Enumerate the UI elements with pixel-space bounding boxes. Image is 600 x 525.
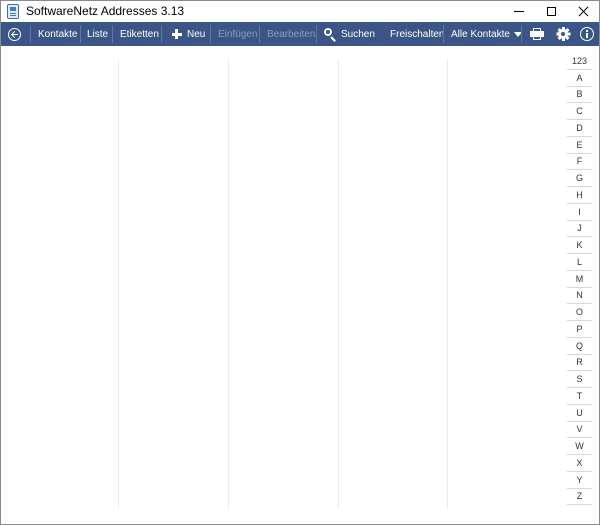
alphabet-index-item[interactable]: U xyxy=(567,405,592,422)
contacts-area xyxy=(1,46,599,524)
toolbar-separator xyxy=(210,25,211,43)
settings-button[interactable] xyxy=(556,22,570,46)
alphabet-index-item[interactable]: J xyxy=(567,221,592,238)
minimize-icon xyxy=(514,11,524,12)
toolbar-separator xyxy=(316,25,317,43)
alphabet-index-item[interactable]: O xyxy=(567,304,592,321)
minimize-button[interactable] xyxy=(503,1,535,22)
liste-button[interactable]: Liste xyxy=(87,22,108,46)
kontakte-label: Kontakte xyxy=(38,28,78,40)
bearbeiten-label: Bearbeiten xyxy=(267,28,316,40)
toolbar-separator xyxy=(112,25,113,43)
toolbar-separator xyxy=(443,25,444,43)
alphabet-index-item[interactable]: V xyxy=(567,422,592,439)
back-button[interactable] xyxy=(7,22,22,46)
liste-label: Liste xyxy=(87,28,109,40)
column-divider xyxy=(228,59,229,509)
close-button[interactable] xyxy=(567,1,599,22)
contact-filter-label: Alle Kontakte xyxy=(451,28,510,40)
etiketten-button[interactable]: Etiketten xyxy=(120,22,159,46)
alphabet-index-item[interactable]: B xyxy=(567,87,592,104)
toolbar-separator xyxy=(80,25,81,43)
einfuegen-button[interactable]: Einfügen xyxy=(218,22,257,46)
alphabet-index-item[interactable]: N xyxy=(567,288,592,305)
column-divider xyxy=(447,59,448,509)
alphabet-index-item[interactable]: C xyxy=(567,103,592,120)
etiketten-label: Etiketten xyxy=(120,28,159,40)
alphabet-index-item[interactable]: Z xyxy=(567,489,592,506)
alphabet-index-item[interactable]: W xyxy=(567,438,592,455)
toolbar-separator xyxy=(521,25,522,43)
alphabet-index-item[interactable]: M xyxy=(567,271,592,288)
info-icon xyxy=(580,27,594,41)
neu-label: Neu xyxy=(187,28,206,40)
bearbeiten-button[interactable]: Bearbeiten xyxy=(267,22,315,46)
close-icon xyxy=(578,6,589,17)
plus-icon xyxy=(172,29,182,39)
toolbar: Kontakte Liste Etiketten Neu Einfügen Be… xyxy=(1,22,599,46)
print-button[interactable] xyxy=(530,22,544,46)
kontakte-button[interactable]: Kontakte xyxy=(38,22,77,46)
alphabet-index-item[interactable]: L xyxy=(567,254,592,271)
suchen-label: Suchen xyxy=(341,28,375,40)
title-bar: SoftwareNetz Addresses 3.13 xyxy=(1,1,599,22)
alphabet-index-item[interactable]: G xyxy=(567,170,592,187)
alphabet-index-item[interactable]: P xyxy=(567,321,592,338)
suchen-button[interactable]: Suchen xyxy=(324,22,375,46)
alphabet-index-item[interactable]: Y xyxy=(567,472,592,489)
alphabet-index-item[interactable]: X xyxy=(567,455,592,472)
einfuegen-label: Einfügen xyxy=(218,28,258,40)
printer-icon xyxy=(530,28,544,40)
app-window: SoftwareNetz Addresses 3.13 Kontakte Lis… xyxy=(0,0,600,525)
toolbar-separator xyxy=(30,25,31,43)
back-arrow-icon xyxy=(8,27,21,41)
alphabet-index-item[interactable]: H xyxy=(567,187,592,204)
freischalten-label: Freischalten xyxy=(390,28,445,40)
alphabet-index: 123 A B C D E F G H I J K L M N O P Q R S T U V W X Y Z xyxy=(567,53,592,506)
column-divider xyxy=(338,59,339,509)
alphabet-index-item[interactable]: A xyxy=(567,70,592,87)
maximize-button[interactable] xyxy=(535,1,567,22)
alphabet-index-item[interactable]: 123 xyxy=(567,53,592,70)
alphabet-index-item[interactable]: D xyxy=(567,120,592,137)
neu-button[interactable]: Neu xyxy=(172,22,205,46)
gear-icon xyxy=(556,27,570,41)
contact-filter-dropdown[interactable]: Alle Kontakte xyxy=(451,22,522,46)
column-divider xyxy=(118,59,119,509)
alphabet-index-item[interactable]: I xyxy=(567,204,592,221)
alphabet-index-item[interactable]: Q xyxy=(567,338,592,355)
search-icon xyxy=(324,28,336,40)
info-button[interactable] xyxy=(580,22,594,46)
window-title: SoftwareNetz Addresses 3.13 xyxy=(26,4,185,18)
alphabet-index-item[interactable]: T xyxy=(567,388,592,405)
alphabet-index-item[interactable]: K xyxy=(567,237,592,254)
toolbar-separator xyxy=(259,25,260,43)
toolbar-separator xyxy=(161,25,162,43)
freischalten-button[interactable]: Freischalten xyxy=(390,22,444,46)
alphabet-index-item[interactable]: R xyxy=(567,355,592,372)
app-icon xyxy=(7,4,19,19)
alphabet-index-item[interactable]: E xyxy=(567,137,592,154)
alphabet-index-item[interactable]: S xyxy=(567,371,592,388)
alphabet-index-item[interactable]: F xyxy=(567,154,592,171)
maximize-icon xyxy=(546,7,556,16)
